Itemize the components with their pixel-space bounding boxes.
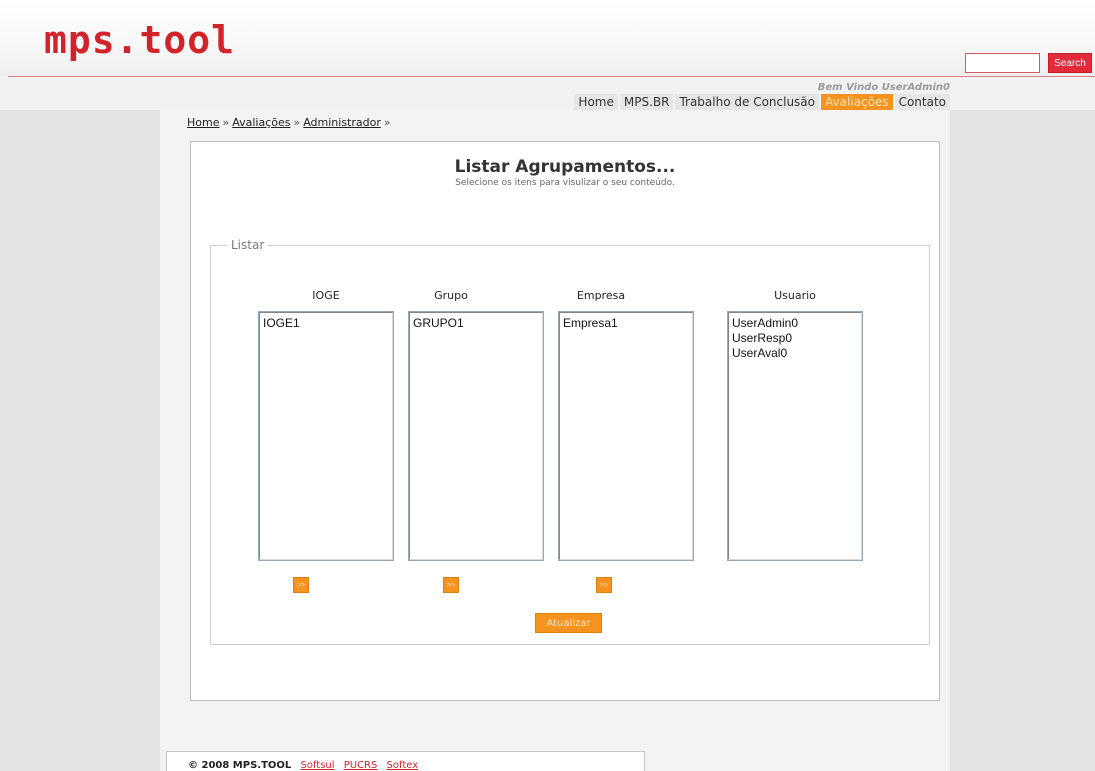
breadcrumb-separator: » xyxy=(222,116,230,129)
nav-item-contato[interactable]: Contato xyxy=(894,94,950,110)
page-subtitle: Selecione os itens para visulizar o seu … xyxy=(455,178,675,188)
list-option[interactable]: UserAdmin0 xyxy=(731,316,859,331)
main-nav: Home MPS.BR Trabalho de Conclusão Avalia… xyxy=(572,94,950,110)
search-input[interactable] xyxy=(965,53,1040,73)
empresa-listbox[interactable]: Empresa1 xyxy=(558,311,694,561)
move-ioge-button[interactable]: >> xyxy=(293,577,309,593)
update-button[interactable]: Atualizar xyxy=(535,613,602,633)
breadcrumb-home-link[interactable]: Home xyxy=(187,116,219,129)
grupo-label: Grupo xyxy=(434,289,468,302)
header-divider xyxy=(8,76,1095,77)
footer-copyright: © 2008 MPS.TOOL xyxy=(188,760,292,771)
ioge-listbox[interactable]: IOGE1 xyxy=(258,311,394,561)
list-option[interactable]: Empresa1 xyxy=(562,316,690,331)
site-logo[interactable]: mps.tool xyxy=(44,18,235,62)
nav-item-home[interactable]: Home xyxy=(574,94,618,110)
list-option[interactable]: UserResp0 xyxy=(731,331,859,346)
move-empresa-button[interactable]: >> xyxy=(596,577,612,593)
breadcrumb-separator: » xyxy=(293,116,301,129)
nav-item-avaliacoes[interactable]: Avaliações xyxy=(821,94,893,110)
move-grupo-button[interactable]: >> xyxy=(443,577,459,593)
nav-item-trabalho[interactable]: Trabalho de Conclusão xyxy=(675,94,819,110)
fieldset-legend: Listar xyxy=(227,238,269,252)
footer: © 2008 MPS.TOOL Softsul PUCRS Softex xyxy=(166,751,645,771)
footer-link-softex[interactable]: Softex xyxy=(387,760,419,771)
list-option[interactable]: UserAval0 xyxy=(731,346,859,361)
page-title: Listar Agrupamentos... xyxy=(454,157,676,177)
list-option[interactable]: IOGE1 xyxy=(262,316,390,331)
ioge-label: IOGE xyxy=(312,289,340,302)
usuario-label: Usuario xyxy=(774,289,816,302)
breadcrumb: Home» Avaliações» Administrador» xyxy=(187,116,394,129)
search-button[interactable]: Search xyxy=(1048,53,1092,73)
list-option[interactable]: GRUPO1 xyxy=(412,316,540,331)
nav-item-mpsbr[interactable]: MPS.BR xyxy=(619,94,674,110)
footer-link-pucrs[interactable]: PUCRS xyxy=(344,760,378,771)
breadcrumb-avaliacoes-link[interactable]: Avaliações xyxy=(232,116,290,129)
grupo-listbox[interactable]: GRUPO1 xyxy=(408,311,544,561)
welcome-message: Bem Vindo UserAdmin0 xyxy=(817,82,950,93)
breadcrumb-separator: » xyxy=(383,116,391,129)
usuario-listbox[interactable]: UserAdmin0 UserResp0 UserAval0 xyxy=(727,311,863,561)
empresa-label: Empresa xyxy=(576,289,626,302)
footer-link-softsul[interactable]: Softsul xyxy=(300,760,334,771)
breadcrumb-administrador-link[interactable]: Administrador xyxy=(303,116,381,129)
